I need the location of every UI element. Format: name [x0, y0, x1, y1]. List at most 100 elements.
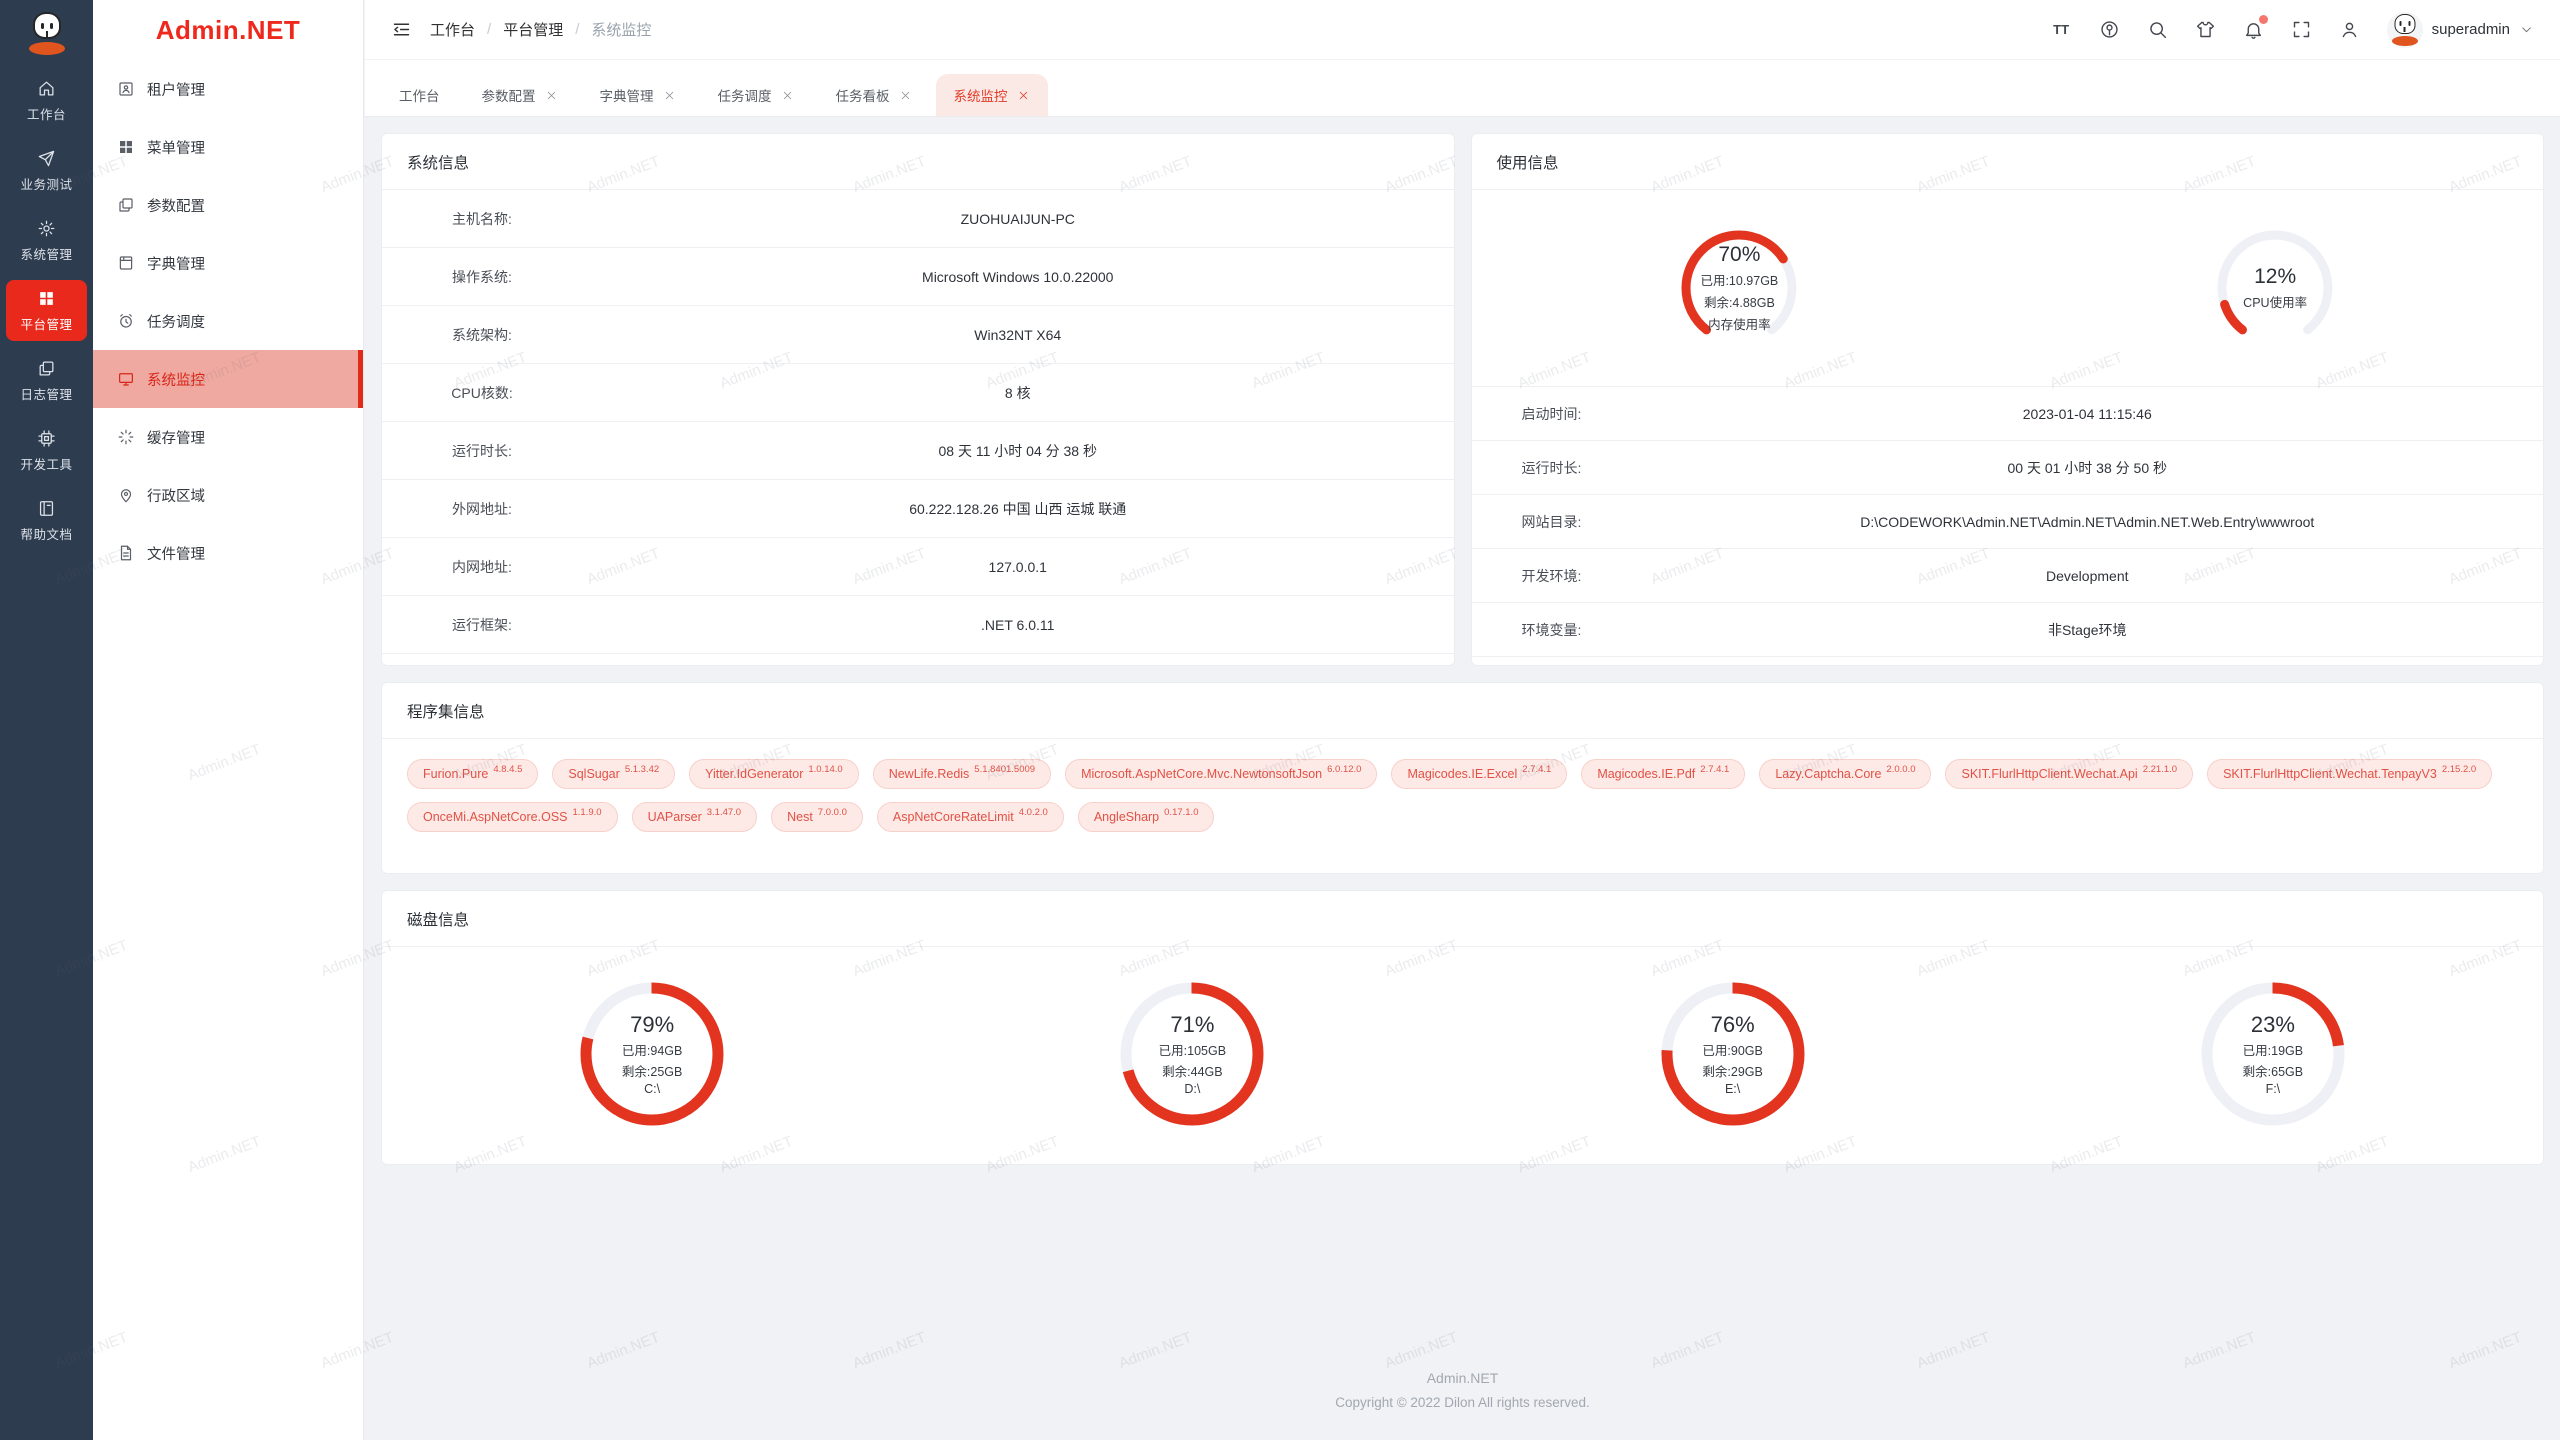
- tab-label: 字典管理: [600, 85, 654, 105]
- rail-item-system-mgmt[interactable]: 系统管理: [6, 210, 87, 271]
- assembly-version: 1.1.9.0: [573, 807, 602, 818]
- row-value: D:\CODEWORK\Admin.NET\Admin.NET\Admin.NE…: [1632, 514, 2544, 530]
- font-size-icon[interactable]: TT: [2051, 19, 2072, 40]
- params-icon: [117, 196, 135, 214]
- gauge-free: 剩余:44GB: [1162, 1061, 1222, 1080]
- tab[interactable]: 参数配置: [464, 74, 576, 116]
- breadcrumb: 工作台 / 平台管理 / 系统监控: [430, 19, 651, 40]
- rail-item-label: 帮助文档: [20, 524, 72, 543]
- table-row: 操作系统: Microsoft Windows 10.0.22000: [382, 248, 1454, 306]
- gauge-percent: 76%: [1711, 1012, 1755, 1038]
- topbar: 工作台 / 平台管理 / 系统监控 TT: [365, 0, 2560, 60]
- row-value: .NET 6.0.11: [582, 617, 1454, 633]
- close-icon[interactable]: [899, 89, 912, 102]
- sidebar-item-label: 缓存管理: [147, 427, 205, 448]
- gauge-percent: 79%: [630, 1012, 674, 1038]
- sidebar-item-monitor[interactable]: 系统监控: [93, 350, 363, 408]
- close-icon[interactable]: [1017, 89, 1030, 102]
- gauge-percent: 12%: [2254, 265, 2296, 289]
- sidebar-item-file[interactable]: 文件管理: [93, 524, 363, 582]
- card-title: 磁盘信息: [382, 891, 2543, 947]
- theme-skin-icon[interactable]: [2195, 19, 2216, 40]
- tab[interactable]: 系统监控: [936, 74, 1048, 116]
- rail-item-label: 系统管理: [20, 244, 72, 263]
- search-icon[interactable]: [2147, 19, 2168, 40]
- brand-mascot-avatar[interactable]: [24, 10, 70, 56]
- gauge-used: 已用:90GB: [1702, 1040, 1762, 1059]
- assembly-tag: SKIT.FlurlHttpClient.Wechat.TenpayV3 2.1…: [2207, 759, 2492, 789]
- user-menu[interactable]: superadmin: [2387, 12, 2534, 48]
- sidebar-item-schedule[interactable]: 任务调度: [93, 292, 363, 350]
- row-value: 00 天 01 小时 38 分 50 秒: [1632, 458, 2544, 478]
- close-icon[interactable]: [545, 89, 558, 102]
- sidebar-item-label: 文件管理: [147, 543, 205, 564]
- close-icon[interactable]: [781, 89, 794, 102]
- sidebar-item-cache[interactable]: 缓存管理: [93, 408, 363, 466]
- sidebar-item-menu[interactable]: 菜单管理: [93, 118, 363, 176]
- breadcrumb-item[interactable]: 平台管理: [503, 19, 563, 40]
- rail-item-label: 平台管理: [20, 314, 72, 333]
- mascot-icon: [24, 10, 70, 56]
- collapse-sidebar-button[interactable]: [391, 19, 412, 40]
- usage-info-card: 使用信息 70% 已用:10.97GB 剩余:4.88GB 内存使用率: [1471, 133, 2545, 666]
- close-icon[interactable]: [663, 89, 676, 102]
- tenant-icon: [117, 80, 135, 98]
- rail-item-platform-mgmt[interactable]: 平台管理: [6, 280, 87, 341]
- sidebar-item-dict[interactable]: 字典管理: [93, 234, 363, 292]
- sidebar-item-params[interactable]: 参数配置: [93, 176, 363, 234]
- assembly-tag: Magicodes.IE.Excel 2.7.4.1: [1391, 759, 1567, 789]
- table-row: 网站目录: D:\CODEWORK\Admin.NET\Admin.NET\Ad…: [1472, 495, 2544, 549]
- menu-fold-icon: [391, 19, 412, 40]
- sidebar-item-region[interactable]: 行政区域: [93, 466, 363, 524]
- table-row: 运行时长: 08 天 11 小时 04 分 38 秒: [382, 422, 1454, 480]
- breadcrumb-item[interactable]: 工作台: [430, 19, 475, 40]
- page-content: 系统信息 主机名称: ZUOHUAIJUN-PC 操作系统: Microsoft…: [365, 117, 2560, 1440]
- sidebar-item-tenant[interactable]: 租户管理: [93, 60, 363, 118]
- rail-item-workbench[interactable]: 工作台: [6, 70, 87, 131]
- card-title: 程序集信息: [382, 683, 2543, 739]
- assembly-version: 3.1.47.0: [707, 807, 741, 818]
- topbar-actions: TT supera: [2051, 12, 2534, 48]
- row-label: CPU核数:: [382, 383, 582, 403]
- sidebar-item-label: 任务调度: [147, 311, 205, 332]
- tab[interactable]: 工作台: [381, 74, 458, 116]
- gauge-free: 剩余:29GB: [1702, 1061, 1762, 1080]
- row-label: 内网地址:: [382, 557, 582, 577]
- card-title: 使用信息: [1472, 134, 2544, 190]
- app-rail: 工作台 业务测试 系统管理 平台管理 日志管理 开发工具 帮助文档: [0, 0, 93, 1440]
- assembly-name: SKIT.FlurlHttpClient.Wechat.TenpayV3: [2223, 767, 2437, 781]
- layout-config-icon[interactable]: [2099, 19, 2120, 40]
- assembly-name: SqlSugar: [568, 767, 619, 781]
- tab[interactable]: 任务看板: [818, 74, 930, 116]
- disk-usage-gauge: 76% 已用:90GB 剩余:29GB E:\: [1655, 976, 1811, 1132]
- user-profile-icon[interactable]: [2339, 19, 2360, 40]
- mascot-icon: [2388, 13, 2422, 47]
- tab[interactable]: 字典管理: [582, 74, 694, 116]
- disk-usage-gauge: 71% 已用:105GB 剩余:44GB D:\: [1114, 976, 1270, 1132]
- notification-badge-dot: [2259, 15, 2268, 24]
- breadcrumb-separator: /: [575, 21, 579, 38]
- rail-item-help-docs[interactable]: 帮助文档: [6, 490, 87, 551]
- breadcrumb-item-current: 系统监控: [591, 19, 651, 40]
- disk-info-card: 磁盘信息 79% 已用:94GB 剩余:25GB C:\: [381, 890, 2544, 1165]
- card-title: 系统信息: [382, 134, 1454, 190]
- gauge-used: 已用:94GB: [622, 1040, 682, 1059]
- tab[interactable]: 任务调度: [700, 74, 812, 116]
- assembly-tag: AngleSharp 0.17.1.0: [1078, 802, 1215, 832]
- rail-item-business-test[interactable]: 业务测试: [6, 140, 87, 201]
- chevron-down-icon: [2519, 22, 2534, 37]
- rail-item-log-mgmt[interactable]: 日志管理: [6, 350, 87, 411]
- table-row: 开发环境: Development: [1472, 549, 2544, 603]
- gauge-drive: E:\: [1725, 1082, 1740, 1096]
- username: superadmin: [2432, 21, 2510, 38]
- assembly-tag: SqlSugar 5.1.3.42: [552, 759, 675, 789]
- tabbar: 工作台 参数配置 字典管理 任务调度 任务看板: [365, 60, 2560, 117]
- notification-bell-icon[interactable]: [2243, 19, 2264, 40]
- cpu-usage-gauge: 12% CPU使用率: [2213, 226, 2337, 350]
- gauge-percent: 71%: [1170, 1012, 1214, 1038]
- usage-gauges: 70% 已用:10.97GB 剩余:4.88GB 内存使用率 12%: [1472, 190, 2544, 386]
- row-label: 运行框架:: [382, 615, 582, 635]
- rail-item-dev-tools[interactable]: 开发工具: [6, 420, 87, 481]
- fullscreen-icon[interactable]: [2291, 19, 2312, 40]
- assembly-name: SKIT.FlurlHttpClient.Wechat.Api: [1961, 767, 2137, 781]
